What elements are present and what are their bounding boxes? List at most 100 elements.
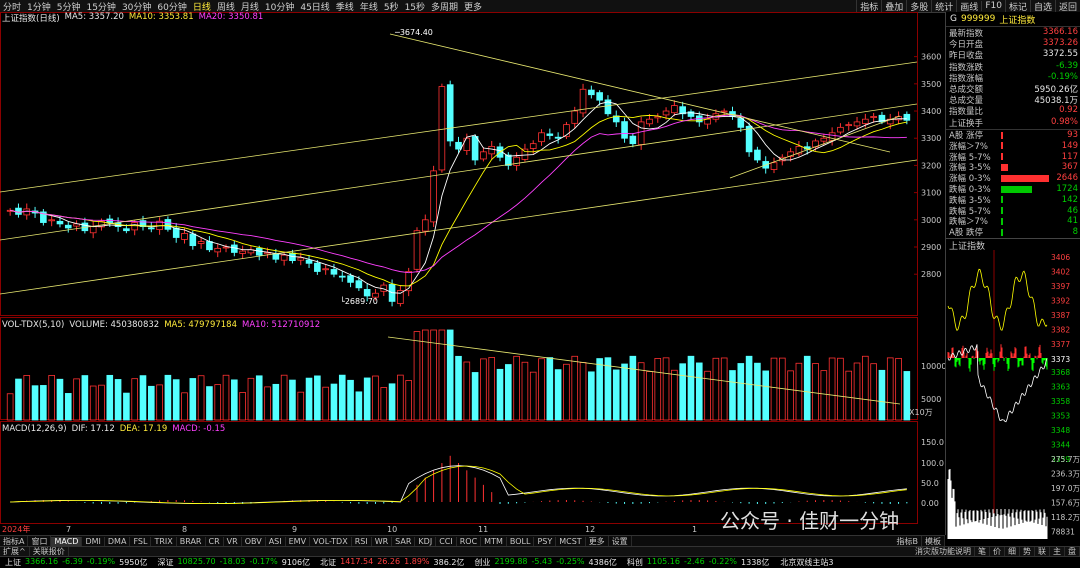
indicator-tab[interactable]: MACD [51,536,83,546]
period-tab[interactable]: 5分钟 [54,0,84,13]
tool-button[interactable]: F10 [981,1,1005,11]
indicator-tab[interactable]: FSL [130,536,152,546]
tool-button[interactable]: 自选 [1029,0,1055,12]
indicator-tab[interactable]: ASI [266,536,286,546]
index-change: -5.43 [531,557,553,566]
indicator-tab[interactable]: ROC [457,536,482,546]
volume-bar [878,369,886,421]
extension-button[interactable]: 扩展^ [0,547,30,556]
candle-body [322,268,329,271]
panel-switch-button[interactable]: 消灾版功能说明 [912,547,975,556]
chart-area[interactable]: 3600 3500 3400 3300 3200 3100 3000 2900 2800 ─367… [0,12,945,535]
period-tab[interactable]: 日线 [190,0,214,13]
tool-button[interactable]: 标记 [1004,0,1030,12]
indicator-tab[interactable]: 更多 [586,536,609,546]
mini-tick-label: 3377 [1051,340,1070,349]
indicator-tab[interactable]: 设置 [609,536,632,546]
volume-bar [596,358,603,421]
period-tab[interactable]: 年线 [357,0,381,13]
indicator-tab[interactable]: KDJ [415,536,437,546]
volume-bar [264,386,271,421]
period-tab[interactable]: 5秒 [381,0,402,13]
market-index-item[interactable]: 科创 1105.16 -2.46 -0.22% 1338亿 [622,557,774,568]
chart-svg[interactable]: 3600 3500 3400 3300 3200 3100 3000 2900 2800 ─367… [0,12,945,535]
tool-button[interactable]: 指标 [856,0,881,12]
period-tab[interactable]: 15分钟 [83,0,118,13]
market-index-item[interactable]: 深证 10825.70 -18.03 -0.17% 9106亿 [152,557,315,568]
mini-intraday-chart[interactable]: 3406 3402 3397 3392 3387 3382 3377 3373 3368 3363… [946,249,1080,551]
index-label: 创业 [474,558,491,567]
tool-button[interactable]: 多股 [906,0,931,12]
quote-row: 指数涨跌 -6.39 [946,61,1080,73]
period-tab[interactable]: 多周期 [428,0,461,13]
market-index-item[interactable]: 北证 1417.54 26.26 1.89% 386.2亿 [315,557,469,568]
market-index-item[interactable]: 创业 2199.88 -5.43 -0.25% 4386亿 [469,557,621,568]
tool-button[interactable]: 统计 [931,0,956,12]
indicator-tab[interactable]: 指标A [0,536,29,546]
index-code: 999999 [960,14,996,24]
period-tab[interactable]: 60分钟 [154,0,189,13]
period-tab[interactable]: 45日线 [297,0,332,13]
period-tab[interactable]: 分时 [0,0,24,13]
tool-button[interactable]: 返回 [1054,0,1080,12]
panel-switch-button[interactable]: 主 [1050,547,1065,556]
mini-tick-label: 3382 [1051,325,1070,334]
volume-bar [131,378,138,421]
indicator-tab[interactable]: MTM [481,536,507,546]
market-status-bar: 上证 3366.16 -6.39 -0.19% 5950亿 深证 10825.70 -18.0… [0,556,1080,568]
candle-body [588,89,595,96]
panel-switch-button[interactable]: 细 [1005,547,1020,556]
indicator-tab[interactable]: TRIX [151,536,177,546]
indicator-tab[interactable]: VR [224,536,242,546]
tool-button[interactable]: 叠加 [881,0,906,12]
indicator-tab[interactable]: SAR [392,536,416,546]
indicator-tab[interactable]: PSY [534,536,557,546]
indicator-tab[interactable]: RSI [352,536,372,546]
panel-switch-button[interactable]: 笔 [975,547,990,556]
breadth-bar [1001,207,1003,215]
indicator-tab[interactable]: 指标B [894,536,922,546]
period-tab[interactable]: 1分钟 [24,0,54,13]
breadth-bar [1001,185,1033,193]
period-tab[interactable]: 15秒 [402,0,428,13]
market-index-item[interactable]: 上证 3366.16 -6.39 -0.19% 5950亿 [0,557,152,568]
indicator-tab[interactable]: DMI [82,536,105,546]
indicator-tab[interactable]: DMA [105,536,131,546]
indicator-tab[interactable]: CR [206,536,224,546]
indicator-tab[interactable]: BOLL [507,536,535,546]
period-tab[interactable]: 10分钟 [262,0,297,13]
index-price: 3366.16 [25,557,59,566]
indicator-tab[interactable]: MCST [556,536,586,546]
period-tab[interactable]: 季线 [333,0,357,13]
indicator-tab[interactable]: BRAR [177,536,206,546]
panel-switch-button[interactable]: 势 [1020,547,1035,556]
breadth-row: 涨幅＞7% 149 [946,140,1080,152]
period-tab[interactable]: 周线 [214,0,238,13]
ma5-line [10,101,907,294]
breadth-rows: A股 涨停 93 涨幅＞7% 149 涨幅 5-7% 117 涨幅 3-5% 367 涨幅 0-… [946,128,1080,238]
macd-dea: DEA: 17.19 [119,424,168,434]
period-tab[interactable]: 月线 [238,0,262,13]
candle-body [704,118,711,125]
quote-row: 最新指数 3366.16 [946,27,1080,39]
volume-bar [455,355,462,421]
indicator-tab[interactable]: OBV [242,536,266,546]
tool-button[interactable]: 画线 [956,0,981,12]
breadth-bar-track [1001,217,1050,225]
indicator-tab[interactable]: CCI [436,536,457,546]
panel-switch-button[interactable]: 盘 [1065,547,1080,556]
period-tab[interactable]: 更多 [461,0,485,13]
x-tick-label: 9 [292,525,297,534]
index-change: -18.03 [219,557,246,566]
period-tab[interactable]: 30分钟 [119,0,154,13]
index-price: 10825.70 [177,557,216,566]
panel-switch-button[interactable]: 联 [1035,547,1050,556]
indicator-tab[interactable]: VOL-TDX [310,536,352,546]
indicator-tab[interactable]: WR [372,536,393,546]
index-amount: 4386亿 [588,558,617,567]
indicator-tab[interactable]: EMV [286,536,311,546]
indicator-tab[interactable]: 窗口 [28,536,52,546]
panel-switch-button[interactable]: 价 [990,547,1005,556]
indicator-tab[interactable]: 模板 [922,536,945,546]
extension-button[interactable]: 关联报价 [30,547,69,556]
